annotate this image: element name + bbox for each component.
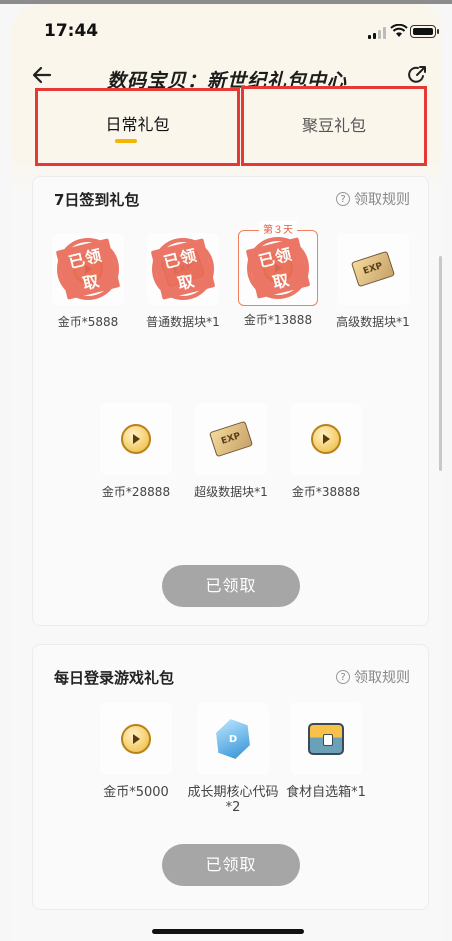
claimed-stamp: 已领取 <box>150 238 216 300</box>
reward-label: 高级数据块*1 <box>336 315 410 329</box>
sign-in-item-day4[interactable]: EXP 高级数据块*1 <box>325 233 421 330</box>
sign-in-rules-link[interactable]: ? 领取规则 <box>336 189 410 209</box>
tab-daily-gifts[interactable]: 日常礼包 <box>35 88 240 166</box>
daily-login-claim-button[interactable]: 已领取 <box>162 844 300 886</box>
sign-in-item-day5[interactable]: 金币*28888 <box>88 403 184 500</box>
reward-icon-box <box>290 403 362 475</box>
sign-in-card-title: 7日签到礼包 <box>54 191 140 209</box>
reward-label: 金币*13888 <box>243 313 313 327</box>
reward-icon-box <box>100 403 172 475</box>
reward-icon-box-current: 第３天 已领取 <box>238 221 318 306</box>
reward-icon-box: 已领取 <box>52 233 124 305</box>
current-day-tag: 第３天 <box>259 221 297 236</box>
reward-icon-box <box>100 703 172 775</box>
reward-icon-box: EXP <box>337 233 409 305</box>
coin-icon <box>121 424 151 454</box>
reward-label: 金币*28888 <box>101 485 171 499</box>
wifi-icon <box>390 24 408 37</box>
sign-in-item-day7[interactable]: 金币*38888 <box>278 403 374 500</box>
scrollbar[interactable] <box>439 256 442 471</box>
battery-icon <box>410 25 439 38</box>
sign-in-claim-button[interactable]: 已领取 <box>162 565 300 607</box>
daily-login-item-coins[interactable]: 金币*5000 <box>88 703 184 800</box>
home-indicator[interactable] <box>152 929 304 934</box>
core-code-icon: D <box>210 716 256 762</box>
question-icon: ? <box>336 670 350 684</box>
sign-in-item-day6[interactable]: EXP 超级数据块*1 <box>183 403 279 500</box>
claimed-stamp: 已领取 <box>245 237 311 299</box>
tab-bean-gifts[interactable]: 聚豆礼包 <box>241 86 427 166</box>
share-icon[interactable] <box>406 64 428 86</box>
daily-login-item-ingredient-box[interactable]: 食材自选箱*1 <box>278 703 374 800</box>
reward-icon-box <box>290 703 362 775</box>
reward-label: 金币*38888 <box>291 485 361 499</box>
rules-label: 领取规则 <box>354 670 410 686</box>
tab-bean-gifts-label: 聚豆礼包 <box>301 116 366 135</box>
reward-icon-box: EXP <box>195 403 267 475</box>
active-tab-indicator <box>115 139 137 143</box>
cellular-signal-icon <box>368 27 386 39</box>
data-block-icon: EXP <box>350 250 396 288</box>
daily-login-gift-card: 每日登录游戏礼包 ? 领取规则 金币*5000 D 成长期核心代码*2 食材自选… <box>32 644 429 910</box>
daily-login-item-core-code[interactable]: D 成长期核心代码*2 <box>183 703 283 815</box>
reward-icon-box: D <box>197 703 269 775</box>
coin-icon <box>121 724 151 754</box>
reward-label: 普通数据块*1 <box>146 315 220 329</box>
status-bar: 17:44 <box>12 4 442 56</box>
daily-login-rules-link[interactable]: ? 领取规则 <box>336 667 410 687</box>
sign-in-item-day1[interactable]: 已领取 金币*5888 <box>40 233 136 330</box>
rules-label: 领取规则 <box>354 192 410 208</box>
reward-label: 金币*5888 <box>57 315 119 329</box>
chest-icon <box>308 723 344 755</box>
reward-label: 超级数据块*1 <box>194 485 268 499</box>
daily-login-card-title: 每日登录游戏礼包 <box>54 669 175 687</box>
coin-icon <box>311 424 341 454</box>
reward-label: 金币*5000 <box>103 785 169 800</box>
sign-in-item-day3[interactable]: 第３天 已领取 金币*13888 <box>230 221 326 328</box>
sign-in-gift-card: 7日签到礼包 ? 领取规则 已领取 金币*5888 EXP 已领取 普通数据块*… <box>32 176 429 626</box>
tab-daily-gifts-label: 日常礼包 <box>105 115 170 134</box>
status-time: 17:44 <box>44 21 99 41</box>
claimed-stamp: 已领取 <box>55 238 121 300</box>
reward-label: 成长期核心代码*2 <box>187 785 279 815</box>
question-icon: ? <box>336 192 350 206</box>
data-block-icon: EXP <box>208 420 254 458</box>
sign-in-item-day2[interactable]: EXP 已领取 普通数据块*1 <box>135 233 231 330</box>
reward-label: 食材自选箱*1 <box>286 785 366 800</box>
reward-icon-box: EXP 已领取 <box>147 233 219 305</box>
app-screen: 17:44 数码宝贝：新世纪礼包中心 日常礼包 聚豆礼包 7日签到礼包 ? 领取… <box>12 4 442 941</box>
